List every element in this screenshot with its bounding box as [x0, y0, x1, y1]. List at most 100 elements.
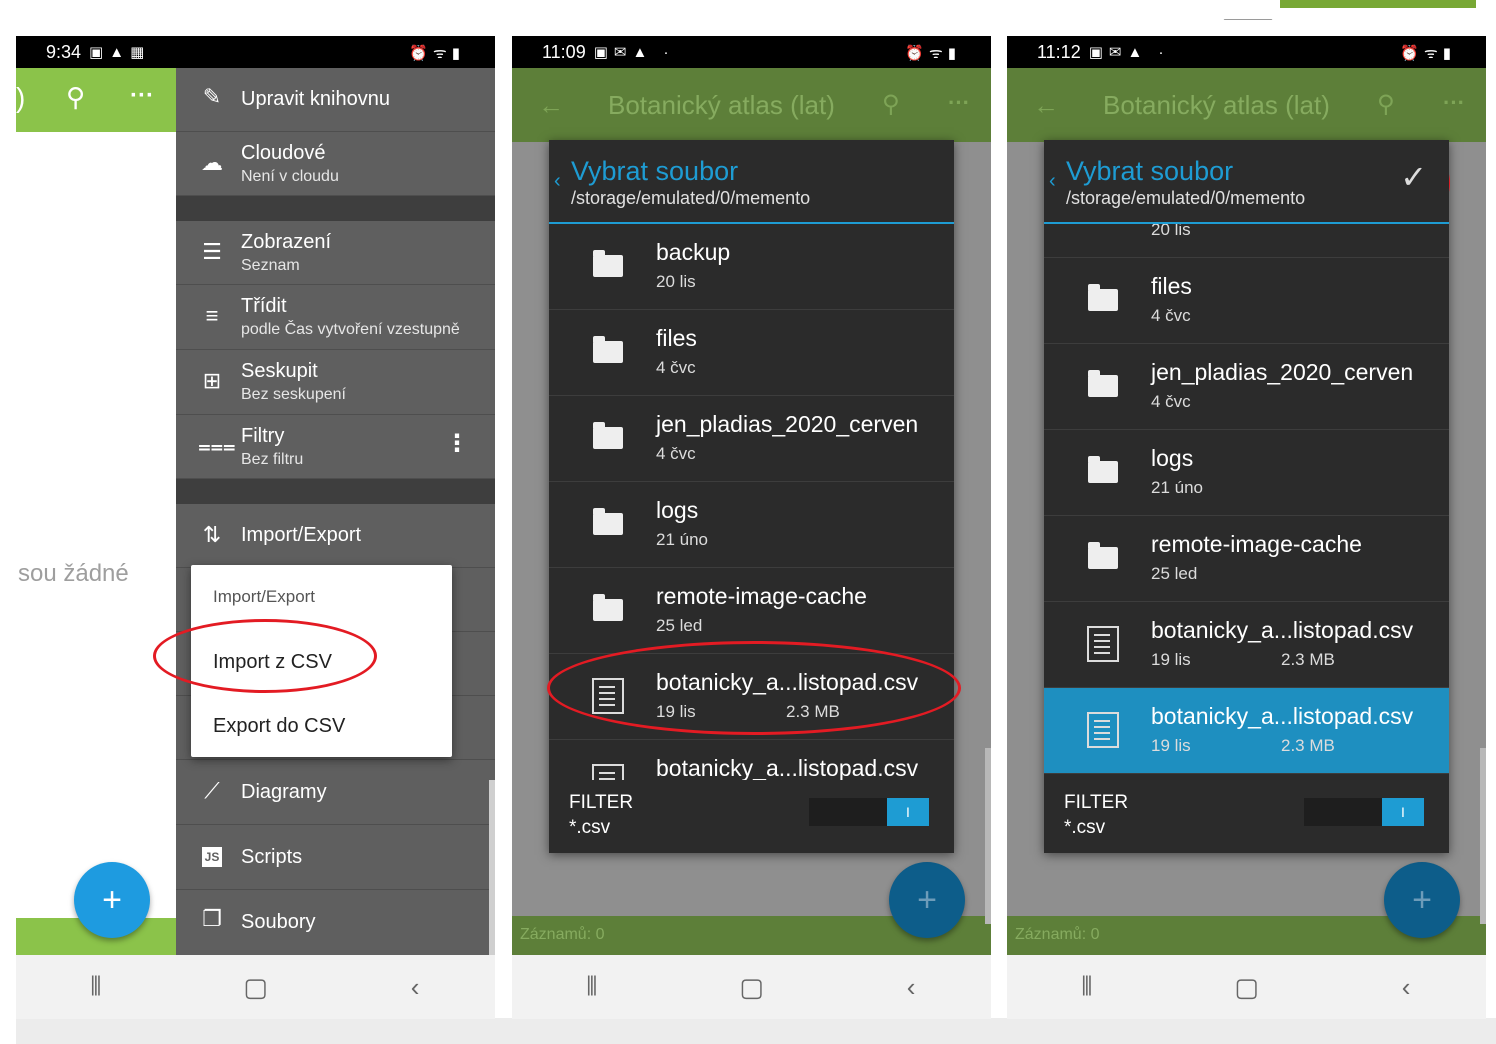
search-icon[interactable]: ⚲ — [882, 90, 900, 119]
file-row-selected[interactable]: botanicky_a...listopad.csv 19 lis 2.3 MB — [1044, 688, 1449, 774]
chart-icon: ⟋ — [204, 778, 220, 803]
app-toolbar: ← Botanický atlas (lat) ⚲ ··· — [1007, 68, 1486, 142]
file-row[interactable]: jen_pladias_2020_cerven 4 čvc — [549, 396, 954, 482]
menu-label: Diagramy — [241, 781, 327, 803]
file-name: files — [1151, 273, 1192, 299]
back-icon[interactable]: ‹ — [881, 972, 941, 1003]
list-view-icon: ☰ — [202, 239, 222, 264]
file-row[interactable]: backup 20 lis — [549, 224, 954, 310]
filter-options-icon[interactable]: ⋮ — [445, 429, 469, 458]
menu-item-scripts[interactable]: JS Scripts — [176, 825, 495, 890]
file-date: 21 úno — [1151, 478, 1203, 497]
phone-file-picker: 11:09 ▣✉▲ · ⏰ᯤ▮ ← Botanický atlas (lat) … — [512, 36, 991, 1019]
filter-value: *.csv — [1064, 817, 1106, 838]
menu-label: Import/Export — [241, 524, 362, 546]
back-arrow-icon[interactable]: ← — [1033, 90, 1059, 121]
search-icon[interactable]: ⚲ — [66, 82, 85, 113]
more-options-icon[interactable]: ··· — [1443, 90, 1465, 116]
recent-apps-icon[interactable]: ⦀ — [66, 971, 126, 1003]
folder-icon — [1088, 542, 1118, 569]
menu-item-charts[interactable]: ⟋ Diagramy — [176, 760, 495, 825]
phone-library-menu: 9:34 ▣▲▦ ⏰ᯤ▮ ) ⚲ ··· sou žádné + ✎ Uprav… — [16, 36, 495, 1019]
file-row[interactable]: logs 21 úno — [1044, 430, 1449, 516]
file-name: remote-image-cache — [656, 583, 867, 609]
scrollbar[interactable] — [489, 780, 495, 956]
file-date: 4 čvc — [1151, 306, 1191, 325]
menu-item-group[interactable]: ⊞ Seskupit Bez seskupení — [176, 350, 495, 415]
sort-icon: ≡ — [205, 303, 219, 328]
filter-icon: ⩶ — [198, 433, 236, 458]
status-time: 11:09 — [542, 41, 586, 62]
folder-icon — [593, 422, 623, 449]
add-entry-button[interactable]: + — [74, 862, 150, 938]
toggle-knob: I — [887, 798, 929, 826]
menu-item-view[interactable]: ☰ Zobrazení Seznam — [176, 221, 495, 285]
file-date: 19 lis — [1151, 736, 1191, 755]
edit-icon: ✎ — [202, 84, 222, 109]
search-icon[interactable]: ⚲ — [1377, 90, 1395, 119]
scrollbar — [985, 748, 991, 924]
app-toolbar: ← Botanický atlas (lat) ⚲ ··· — [512, 68, 991, 142]
back-icon[interactable]: ‹ — [1376, 972, 1436, 1003]
menu-item-cloud[interactable]: ☁ Cloudové Není v cloudu — [176, 132, 495, 196]
background-band — [16, 1018, 1496, 1044]
recent-apps-icon[interactable]: ⦀ — [1057, 971, 1117, 1003]
folder-icon — [593, 250, 623, 277]
menu-separator — [176, 196, 495, 221]
menu-sublabel: Bez filtru — [241, 451, 304, 468]
system-status-icons: ⏰ᯤ▮ — [905, 45, 961, 62]
file-row[interactable]: files 4 čvc — [549, 310, 954, 396]
file-date: 4 čvc — [656, 358, 696, 377]
menu-sublabel: Bez seskupení — [241, 386, 346, 403]
file-row[interactable]: botanicky_a...listopad.csv 19 lis 2.3 MB — [1044, 602, 1449, 688]
library-drawer-menu: ✎ Upravit knihovnu ☁ Cloudové Není v clo… — [176, 68, 495, 956]
menu-item-files[interactable]: ❐ Soubory — [176, 890, 495, 955]
home-icon[interactable]: ▢ — [721, 972, 781, 1003]
export-csv-option[interactable]: Export do CSV — [213, 715, 345, 738]
file-row[interactable]: logs 21 úno — [549, 482, 954, 568]
menu-item-sort[interactable]: ≡ Třídit podle Čas vytvoření vzestupně — [176, 285, 495, 350]
file-picker-dialog: ‹ Vybrat soubor /storage/emulated/0/meme… — [549, 140, 954, 853]
file-name: botanicky_a...listopad.csv — [1151, 617, 1414, 643]
file-name: jen_pladias_2020_cerven — [656, 411, 919, 437]
record-count: Záznamů: 0 — [1015, 926, 1100, 943]
menu-item-edit-library[interactable]: ✎ Upravit knihovnu — [176, 68, 495, 132]
file-row[interactable]: remote-image-cache 25 led — [1044, 516, 1449, 602]
file-picker-dialog: ‹ Vybrat soubor /storage/emulated/0/meme… — [1044, 140, 1449, 853]
add-entry-button[interactable]: + — [1384, 862, 1460, 938]
file-row[interactable]: files 4 čvc — [1044, 258, 1449, 344]
status-bar: 9:34 ▣▲▦ ⏰ᯤ▮ — [16, 36, 495, 68]
decor-line — [1223, 0, 1289, 20]
file-row[interactable]: jen_pladias_2020_cerven 4 čvc — [1044, 344, 1449, 430]
home-icon[interactable]: ▢ — [225, 972, 285, 1003]
popup-title: Import/Export — [213, 587, 316, 606]
back-arrow-icon[interactable]: ← — [538, 90, 564, 121]
menu-sublabel: Seznam — [241, 257, 300, 274]
file-name: logs — [1151, 445, 1194, 471]
chevron-left-icon[interactable]: ‹ — [554, 170, 561, 193]
folder-icon — [1088, 284, 1118, 311]
notification-icons: ▣✉▲ · — [593, 44, 675, 61]
chevron-left-icon[interactable]: ‹ — [1049, 170, 1056, 193]
recent-apps-icon[interactable]: ⦀ — [562, 971, 622, 1003]
filter-value: *.csv — [569, 817, 611, 838]
menu-label: Seskupit — [241, 360, 318, 382]
filter-toggle[interactable]: I — [809, 798, 929, 826]
dialog-title: Vybrat soubor — [571, 156, 739, 186]
file-name: backup — [656, 239, 731, 265]
menu-item-filters[interactable]: ⩶ Filtry Bez filtru ⋮ — [176, 415, 495, 479]
add-entry-button[interactable]: + — [889, 862, 965, 938]
menu-item-import-export[interactable]: ⇅ Import/Export — [176, 504, 495, 568]
more-options-icon[interactable]: ··· — [948, 90, 970, 116]
menu-label: Cloudové — [241, 142, 326, 164]
menu-label: Třídit — [241, 295, 287, 317]
status-time: 11:12 — [1037, 41, 1081, 62]
dialog-title: Vybrat soubor — [1066, 156, 1234, 186]
app-title: Botanický atlas (lat) — [1103, 90, 1330, 120]
home-icon[interactable]: ▢ — [1216, 972, 1276, 1003]
filter-toggle[interactable]: I — [1304, 798, 1424, 826]
file-name: logs — [656, 497, 699, 523]
more-options-icon[interactable]: ··· — [130, 82, 154, 110]
back-icon[interactable]: ‹ — [385, 972, 445, 1003]
confirm-check-icon[interactable]: ✓ — [1400, 158, 1427, 196]
